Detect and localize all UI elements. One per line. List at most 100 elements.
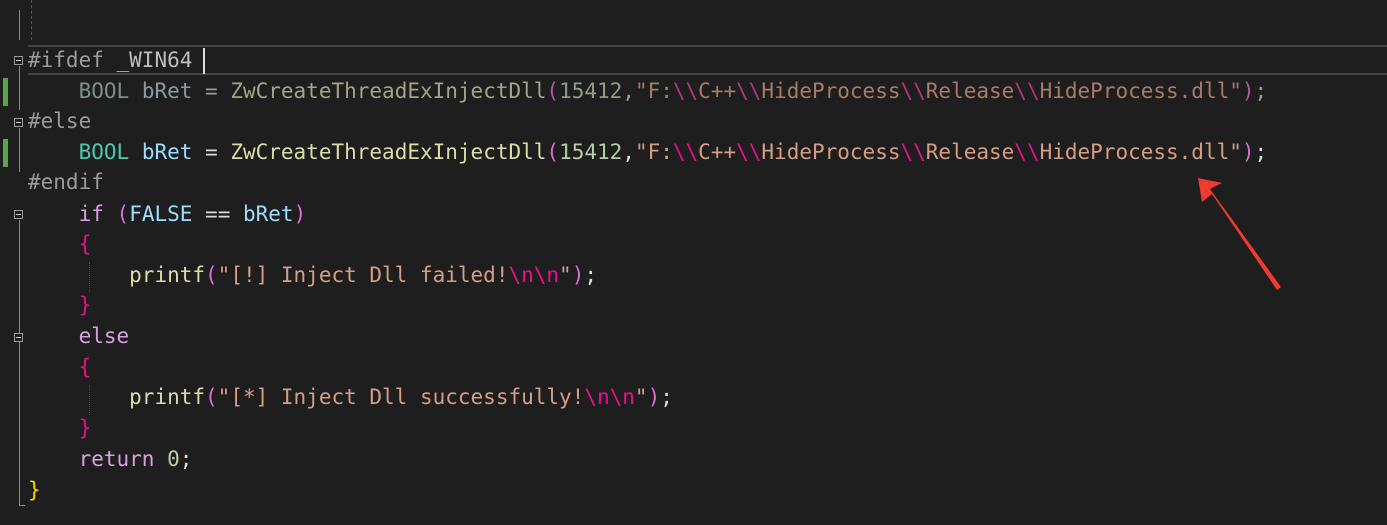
- change-marker: [3, 139, 8, 167]
- code-line-11[interactable]: {: [28, 352, 92, 383]
- code-line-8[interactable]: printf("[!] Inject Dll failed!\n\n");: [28, 260, 597, 291]
- collapse-minus-icon[interactable]: [14, 333, 23, 342]
- code-token: \\: [1014, 79, 1040, 103]
- code-token: #endif: [28, 170, 104, 194]
- code-token: }: [78, 416, 92, 440]
- text-caret: [203, 48, 205, 74]
- code-token: FALSE: [129, 202, 193, 226]
- code-editor[interactable]: #ifdef _WIN64 BOOL bRet = ZwCreateThread…: [0, 0, 1387, 525]
- code-token: (: [205, 263, 218, 287]
- code-token: (: [546, 79, 560, 103]
- code-token: (: [116, 202, 130, 226]
- code-token: HideProcess: [761, 140, 901, 164]
- indent-guide-top: [31, 0, 32, 40]
- code-token: bRet: [242, 202, 294, 226]
- code-token: \n\n: [584, 385, 635, 409]
- code-token: ,: [622, 140, 635, 164]
- collapse-minus-icon[interactable]: [14, 56, 23, 65]
- code-line-1[interactable]: #ifdef _WIN64: [28, 45, 192, 76]
- fold-line-function: [19, 10, 20, 40]
- code-line-13[interactable]: }: [28, 413, 92, 444]
- code-token: printf: [129, 263, 206, 287]
- code-token: BOOL: [78, 79, 130, 103]
- code-token: ": [634, 385, 648, 409]
- fold-end-tick: [19, 505, 25, 506]
- code-token: #else: [28, 109, 92, 133]
- code-line-4[interactable]: BOOL bRet = ZwCreateThreadExInjectDll(15…: [28, 137, 1268, 168]
- code-line-6[interactable]: if (FALSE == bRet): [28, 199, 307, 230]
- code-line-10[interactable]: else: [28, 321, 130, 352]
- code-token: "[!] Inject Dll failed!: [217, 263, 509, 287]
- collapse-minus-icon[interactable]: [14, 118, 23, 127]
- code-token: 15412: [559, 140, 623, 164]
- code-token: ): [647, 385, 661, 409]
- fold-line-else: [19, 128, 20, 172]
- code-token: "F:: [634, 79, 673, 103]
- code-token: }: [28, 478, 41, 502]
- code-token: HideProcess.dll": [1039, 79, 1242, 103]
- code-token: \\: [672, 79, 699, 103]
- code-token: ): [293, 202, 307, 226]
- code-token: else: [78, 324, 130, 348]
- code-token: bRet: [141, 140, 193, 164]
- code-token: \\: [1014, 140, 1040, 164]
- code-line-15[interactable]: }: [28, 475, 41, 506]
- code-token: ;: [1254, 79, 1268, 103]
- code-token: ): [571, 263, 585, 287]
- code-token: C++: [698, 79, 737, 103]
- collapse-minus-icon[interactable]: [14, 210, 23, 219]
- code-token: #ifdef: [28, 48, 104, 72]
- code-token: bRet: [141, 79, 193, 103]
- code-token: ZwCreateThreadExInjectDll: [230, 140, 547, 164]
- code-token: \n\n: [508, 263, 560, 287]
- code-token: \\: [736, 79, 762, 103]
- code-token: {: [78, 355, 92, 379]
- code-token: =: [192, 140, 231, 164]
- code-token: =: [192, 79, 231, 103]
- code-line-3[interactable]: #else: [28, 106, 91, 137]
- code-token: \\: [900, 79, 926, 103]
- code-token: return: [78, 447, 155, 471]
- code-token: C++: [698, 140, 737, 164]
- code-token: (: [205, 385, 218, 409]
- code-token: ==: [192, 202, 243, 226]
- code-token: ;: [584, 263, 598, 287]
- code-token: Release: [925, 79, 1015, 103]
- code-line-2[interactable]: BOOL bRet = ZwCreateThreadExInjectDll(15…: [28, 76, 1268, 107]
- current-line-highlight: [28, 45, 1387, 75]
- code-line-5[interactable]: #endif: [28, 167, 104, 198]
- code-token: printf: [129, 385, 206, 409]
- code-token: ;: [660, 385, 673, 409]
- code-token: ": [559, 263, 572, 287]
- code-token: 0: [167, 447, 180, 471]
- code-line-7[interactable]: {: [28, 229, 92, 260]
- fold-line-ifdef: [19, 66, 20, 110]
- change-marker: [3, 78, 8, 106]
- code-token: "F:: [634, 140, 673, 164]
- code-line-14[interactable]: return 0;: [28, 444, 193, 475]
- code-token: BOOL: [78, 140, 130, 164]
- code-token: HideProcess: [761, 79, 901, 103]
- code-token: \\: [736, 140, 762, 164]
- code-token: 15412: [559, 79, 623, 103]
- code-token: Release: [925, 140, 1015, 164]
- code-line-9[interactable]: }: [28, 290, 92, 321]
- code-line-12[interactable]: printf("[*] Inject Dll successfully!\n\n…: [28, 382, 673, 413]
- code-token: HideProcess.dll": [1039, 140, 1242, 164]
